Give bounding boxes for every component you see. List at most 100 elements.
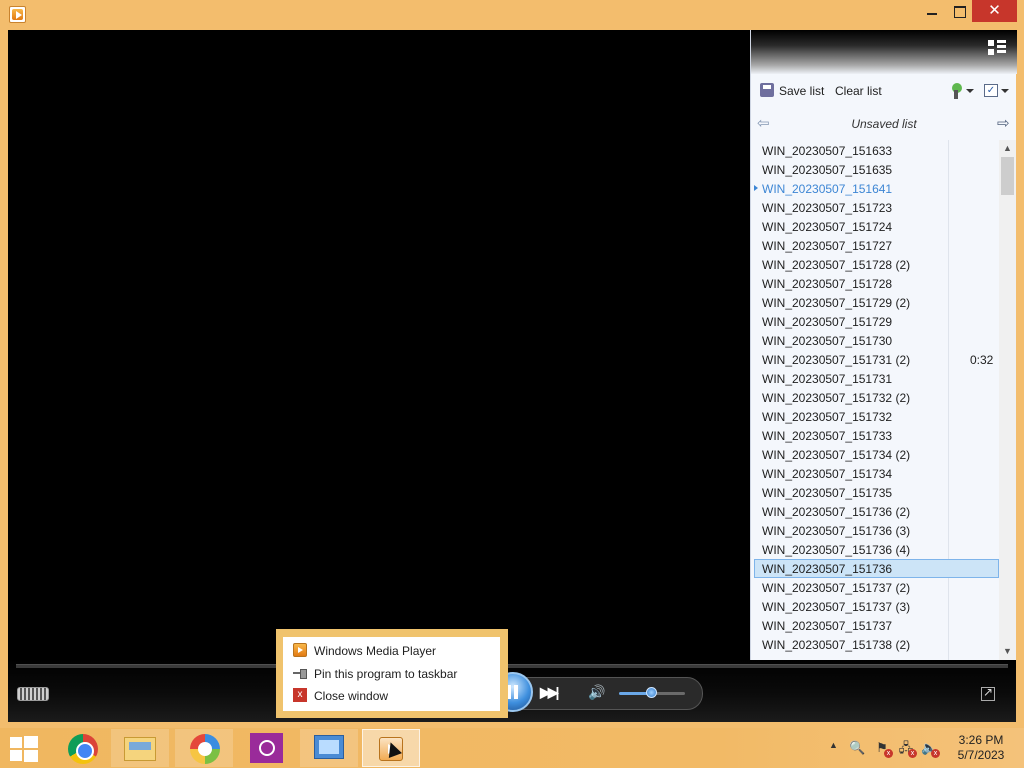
playlist-item[interactable]: WIN_20230507_151733 [751,426,999,445]
playlist-item-title: WIN_20230507_151728 (2) [762,258,911,272]
playlist-item[interactable]: WIN_20230507_151723 [751,198,999,217]
playlist-item[interactable]: WIN_20230507_151729 [751,312,999,331]
video-area[interactable] [8,30,750,660]
playlist-item-title: WIN_20230507_151736 (3) [762,524,911,538]
playlist-item[interactable]: WIN_20230507_151732 [751,407,999,426]
playlist-item[interactable]: WIN_20230507_151724 [751,217,999,236]
playlist-item-title: WIN_20230507_151734 [762,467,893,481]
playlist-header [751,30,1017,74]
close-button[interactable]: ✕ [972,0,1017,22]
taskbar-chrome[interactable] [52,729,110,767]
full-screen-icon[interactable] [981,685,995,701]
now-playing-indicator-icon [754,185,758,191]
playlist-item[interactable]: WIN_20230507_151737 (2) [751,578,999,597]
taskbar-remote-desktop[interactable] [300,729,358,767]
windows-media-player-icon [293,643,307,657]
speaker-icon[interactable]: 🔈 x [921,740,940,758]
playlist-item-title: WIN_20230507_151736 (2) [762,505,911,519]
playlist-item[interactable]: WIN_20230507_151635 [751,160,999,179]
playlist-title: Unsaved list [851,117,917,131]
playlist-item[interactable]: WIN_20230507_151728 [751,274,999,293]
playlist-item-title: WIN_20230507_151729 [762,315,893,329]
clock-date: 5/7/2023 [957,748,1005,762]
playlist-item[interactable]: WIN_20230507_151734 [751,464,999,483]
playlist-item[interactable]: WIN_20230507_151731 (2) 0:32 [751,350,999,369]
playlist-item-title: WIN_20230507_151737 (3) [762,600,911,614]
scroll-thumb[interactable] [1001,157,1014,195]
close-icon: x [293,688,307,702]
minimize-button[interactable] [918,0,946,22]
save-list-button[interactable]: Save list [779,84,824,98]
volume-icon[interactable]: 🔊 [588,684,605,701]
taskbar-file-explorer[interactable] [111,729,169,767]
scroll-up-icon[interactable]: ▲ [999,140,1016,157]
taskbar-picasa[interactable] [175,729,233,767]
add-to-list-icon[interactable] [950,82,974,100]
playlist-item-title: WIN_20230507_151633 [762,144,893,158]
jump-list-pin-to-taskbar[interactable]: Pin this program to taskbar [283,662,500,684]
playlist-item[interactable]: WIN_20230507_151633 [751,141,999,160]
playlist-item-title: WIN_20230507_151737 [762,619,893,633]
close-icon: ✕ [988,2,1001,19]
search-icon[interactable]: 🔍 [849,740,865,756]
playlist-item-title: WIN_20230507_151635 [762,163,893,177]
playlist-item[interactable]: WIN_20230507_151730 [751,331,999,350]
playlist-item-title: WIN_20230507_151731 (2) [762,353,911,367]
scroll-down-icon[interactable]: ▼ [999,643,1016,660]
playlist-pane: Save list Clear list ✓ ⇦ Unsaved list ⇨ … [750,30,1017,660]
switch-to-library-icon[interactable] [988,40,1006,56]
playlist-item[interactable]: WIN_20230507_151728 (2) [751,255,999,274]
playlist-item-title: WIN_20230507_151641 [762,182,893,196]
taskbar: ▲ 🔍 ⚑ x 🖧 x 🔈 x 3:26 PM 5/7/2023 [0,728,1024,768]
playlist-item-title: WIN_20230507_151723 [762,201,893,215]
playlist-item[interactable]: WIN_20230507_151736 (3) [751,521,999,540]
playlist-item-title: WIN_20230507_151729 (2) [762,296,911,310]
jump-list-close-window[interactable]: x Close window [283,684,500,706]
action-center-flag-icon[interactable]: ⚑ x [874,740,893,758]
playlist-scrollbar[interactable]: ▲ ▼ [999,140,1016,660]
jump-list-label: Close window [314,689,389,703]
forward-arrow-icon[interactable]: ⇨ [997,114,1010,132]
camera-icon[interactable] [250,733,283,763]
playlist-item-title: WIN_20230507_151736 (4) [762,543,911,557]
switch-to-now-playing-icon[interactable] [17,687,49,701]
playlist-item[interactable]: WIN_20230507_151729 (2) [751,293,999,312]
playlist-item[interactable]: WIN_20230507_151736 (4) [751,540,999,559]
jump-list-open-app[interactable]: Windows Media Player [283,639,500,661]
playlist-item-title: WIN_20230507_151734 (2) [762,448,911,462]
playlist-item[interactable]: WIN_20230507_151738 (2) [751,635,999,654]
seek-bar[interactable] [16,664,1008,668]
playlist-toolbar: Save list Clear list ✓ [751,76,1017,106]
playlist-item[interactable]: WIN_20230507_151735 [751,483,999,502]
chrome-icon [68,734,98,764]
window-frame-left [0,30,8,722]
playlist-item-title: WIN_20230507_151736 [762,562,893,576]
clear-list-button[interactable]: Clear list [835,84,882,98]
playlist-item[interactable]: WIN_20230507_151727 [751,236,999,255]
show-hidden-icons-icon[interactable]: ▲ [829,740,838,750]
remote-desktop-icon [314,735,344,759]
system-clock[interactable]: 3:26 PM 5/7/2023 [952,733,1010,763]
playlist-item[interactable]: WIN_20230507_151736 (2) [751,502,999,521]
playlist-item[interactable]: WIN_20230507_151732 (2) [751,388,999,407]
next-track-icon[interactable]: ▶▶| [540,684,560,701]
windows-media-player-icon[interactable] [9,6,26,23]
list-options-icon[interactable]: ✓ [982,82,1010,100]
playlist-item-title: WIN_20230507_151732 (2) [762,391,911,405]
playlist-item[interactable]: WIN_20230507_151734 (2) [751,445,999,464]
volume-slider-thumb[interactable] [646,687,657,698]
playlist-item[interactable]: WIN_20230507_151737 (3) [751,597,999,616]
clock-time: 3:26 PM [958,733,1004,747]
playlist-item[interactable]: WIN_20230507_151731 [751,369,999,388]
save-icon[interactable] [760,83,774,97]
network-icon[interactable]: 🖧 x [898,740,917,758]
playlist-item-title: WIN_20230507_151733 [762,429,893,443]
playlist-item[interactable]: WIN_20230507_151737 [751,616,999,635]
playlist-item-title: WIN_20230507_151724 [762,220,893,234]
playlist-item-title: WIN_20230507_151737 (2) [762,581,911,595]
taskbar-jump-list: Windows Media Player Pin this program to… [276,629,508,718]
playlist-item[interactable]: WIN_20230507_151736 [754,559,999,578]
maximize-button[interactable] [946,0,972,22]
start-button[interactable] [10,736,38,762]
playlist-item[interactable]: WIN_20230507_151641 [751,179,999,198]
